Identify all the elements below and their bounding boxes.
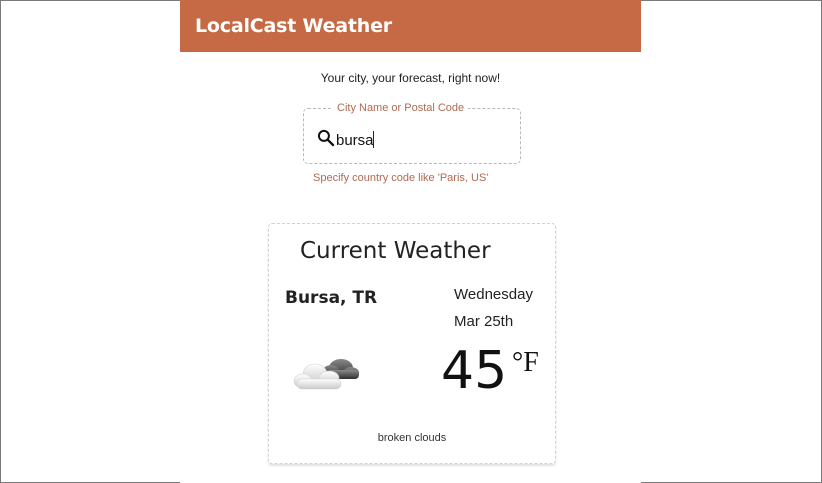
localcast-app: LocalCast Weather Your city, your foreca… xyxy=(180,0,641,483)
current-weather-card: Current Weather Bursa, TR Wednesday Mar … xyxy=(268,223,556,464)
app-toolbar: LocalCast Weather xyxy=(180,0,641,52)
city-name: Bursa, TR xyxy=(285,288,378,308)
city-search-label: City Name or Postal Code xyxy=(333,102,469,114)
temperature-value: 45 xyxy=(441,341,508,401)
weather-day: Wednesday xyxy=(454,286,533,303)
search-icon xyxy=(317,129,335,147)
temperature-unit: °F xyxy=(512,347,539,378)
city-search-input[interactable] xyxy=(336,130,506,150)
text-cursor xyxy=(373,131,374,148)
weather-date: Mar 25th xyxy=(454,313,514,330)
broken-clouds-icon xyxy=(293,359,359,390)
app-title: LocalCast Weather xyxy=(195,15,392,37)
tagline: Your city, your forecast, right now! xyxy=(320,71,501,85)
city-search-hint: Specify country code like 'Paris, US' xyxy=(313,172,489,184)
weather-description: broken clouds xyxy=(377,432,447,444)
card-title: Current Weather xyxy=(300,238,491,264)
